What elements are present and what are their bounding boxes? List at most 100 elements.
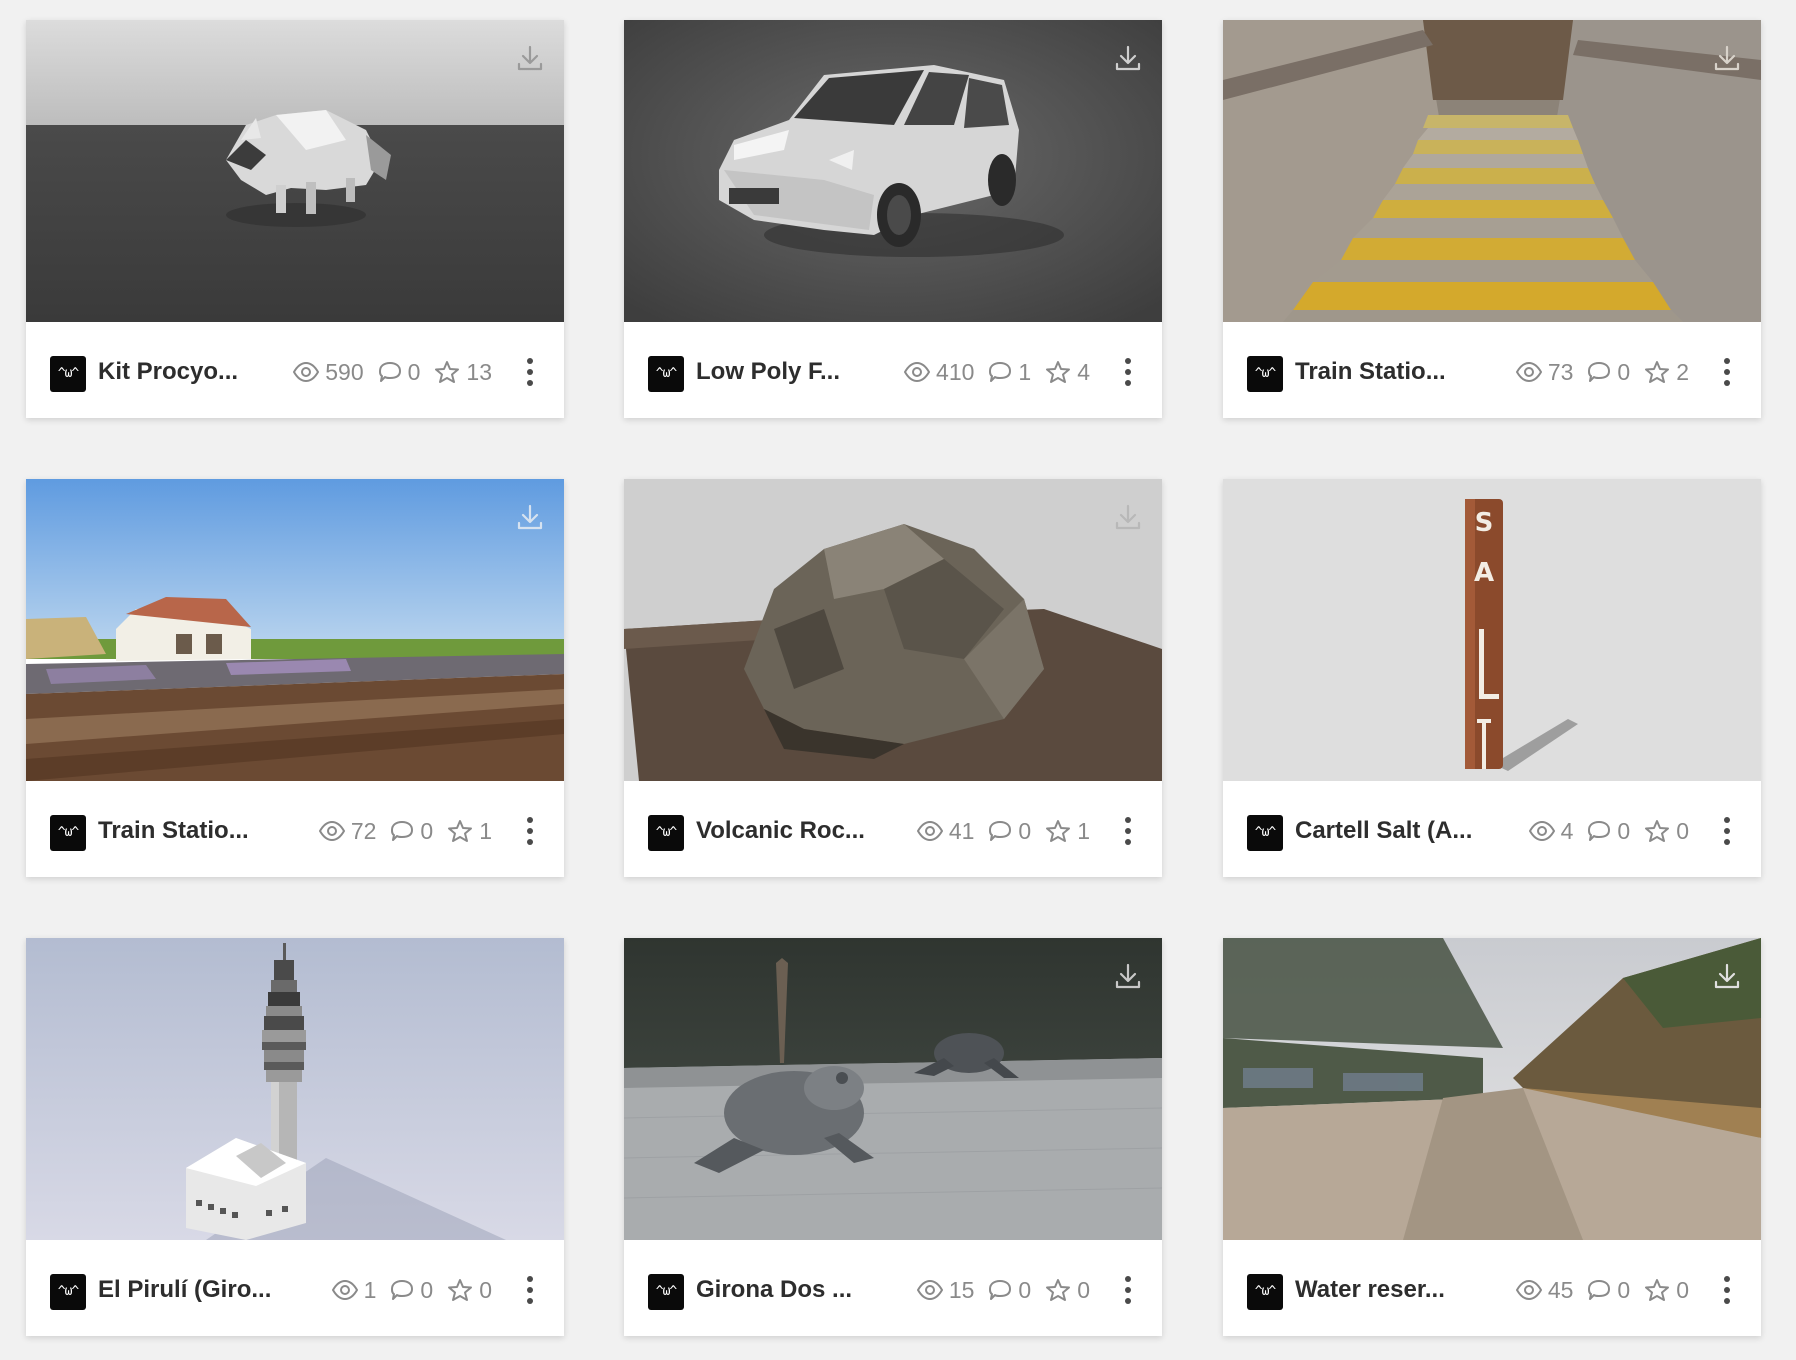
comments-count: 0	[1018, 1276, 1032, 1303]
likes-stat[interactable]: 0	[1045, 1277, 1090, 1304]
author-avatar[interactable]: ^ω^	[50, 356, 86, 392]
download-icon[interactable]	[514, 501, 546, 533]
model-card[interactable]: ^ω^ Water reser... 45 0 0	[1223, 938, 1761, 1336]
model-thumbnail-salt-sign[interactable]: S A	[1223, 479, 1761, 781]
download-icon[interactable]	[1711, 960, 1743, 992]
author-avatar[interactable]: ^ω^	[1247, 815, 1283, 851]
model-card[interactable]: S A ^ω^ Cartell Salt (A... 4 0 0	[1223, 479, 1761, 877]
model-thumbnail-frogs[interactable]	[624, 938, 1162, 1240]
comment-icon	[989, 1280, 1012, 1300]
more-options-icon[interactable]	[524, 1274, 536, 1306]
comments-count: 0	[420, 1276, 434, 1303]
comments-count: 0	[1018, 817, 1032, 844]
model-title[interactable]: Water reser...	[1295, 1270, 1445, 1310]
model-thumbnail-reservoir[interactable]	[1223, 938, 1761, 1240]
star-icon[interactable]	[447, 819, 473, 843]
eye-icon	[1528, 821, 1555, 841]
likes-count: 1	[1077, 817, 1090, 844]
model-thumbnail-raccoon[interactable]	[26, 20, 564, 322]
model-stats: 41 0 1	[903, 811, 1090, 851]
views-count: 590	[325, 358, 364, 385]
likes-stat[interactable]: 4	[1045, 359, 1090, 386]
views-stat: 1	[331, 1277, 376, 1304]
card-footer: ^ω^ Water reser... 45 0 0	[1223, 1240, 1761, 1336]
eye-icon	[318, 821, 345, 841]
more-options-icon[interactable]	[524, 356, 536, 388]
author-avatar[interactable]: ^ω^	[1247, 356, 1283, 392]
star-icon[interactable]	[1644, 819, 1670, 843]
model-card[interactable]: ^ω^ Volcanic Roc... 41 0 1	[624, 479, 1162, 877]
comment-icon	[1588, 1280, 1611, 1300]
star-icon[interactable]	[1644, 1278, 1670, 1302]
star-icon[interactable]	[1644, 360, 1670, 384]
more-options-icon[interactable]	[1122, 815, 1134, 847]
more-options-icon[interactable]	[524, 815, 536, 847]
author-avatar[interactable]: ^ω^	[648, 1274, 684, 1310]
model-card[interactable]: ^ω^ Girona Dos ... 15 0 0	[624, 938, 1162, 1336]
author-avatar[interactable]: ^ω^	[1247, 1274, 1283, 1310]
likes-count: 2	[1676, 358, 1689, 385]
comments-stat: 0	[988, 1277, 1031, 1304]
model-title[interactable]: Train Statio...	[1295, 352, 1446, 392]
frogs-scene	[624, 938, 1162, 1240]
eye-icon	[331, 1280, 358, 1300]
model-card[interactable]: ^ω^ Train Statio... 72 0 1	[26, 479, 564, 877]
model-card[interactable]: ^ω^ Kit Procyo... 590 0 13	[26, 20, 564, 418]
author-avatar[interactable]: ^ω^	[648, 815, 684, 851]
comment-icon	[391, 821, 414, 841]
model-card[interactable]: ^ω^ Low Poly F... 410 1 4	[624, 20, 1162, 418]
download-icon[interactable]	[1112, 42, 1144, 74]
model-grid: ^ω^ Kit Procyo... 590 0 13 ^ω^ Low Poly …	[0, 0, 1796, 1360]
model-title[interactable]: Train Statio...	[98, 811, 249, 851]
more-options-icon[interactable]	[1122, 1274, 1134, 1306]
likes-stat[interactable]: 0	[447, 1277, 492, 1304]
views-count: 72	[350, 817, 377, 844]
views-count: 15	[948, 1276, 975, 1303]
author-avatar[interactable]: ^ω^	[648, 356, 684, 392]
model-title[interactable]: Kit Procyo...	[98, 352, 238, 392]
author-avatar[interactable]: ^ω^	[50, 1274, 86, 1310]
eye-icon	[916, 821, 943, 841]
more-options-icon[interactable]	[1122, 356, 1134, 388]
more-options-icon[interactable]	[1721, 1274, 1733, 1306]
views-count: 41	[948, 817, 975, 844]
likes-stat[interactable]: 0	[1644, 818, 1689, 845]
author-avatar[interactable]: ^ω^	[50, 815, 86, 851]
comments-count: 0	[407, 358, 421, 385]
star-icon[interactable]	[1045, 1278, 1071, 1302]
model-title[interactable]: Volcanic Roc...	[696, 811, 865, 851]
comment-icon	[989, 821, 1012, 841]
download-icon[interactable]	[1112, 960, 1144, 992]
model-title[interactable]: El Pirulí (Giro...	[98, 1270, 271, 1310]
more-options-icon[interactable]	[1721, 356, 1733, 388]
model-title[interactable]: Girona Dos ...	[696, 1270, 852, 1310]
download-icon[interactable]	[1112, 501, 1144, 533]
model-card[interactable]: ^ω^ El Pirulí (Giro... 1 0 0	[26, 938, 564, 1336]
star-icon[interactable]	[1045, 360, 1071, 384]
likes-stat[interactable]: 2	[1644, 359, 1689, 386]
model-thumbnail-stairs[interactable]	[1223, 20, 1761, 322]
likes-stat[interactable]: 1	[447, 818, 492, 845]
model-thumbnail-rock[interactable]	[624, 479, 1162, 781]
model-thumbnail-tracks[interactable]	[26, 479, 564, 781]
star-icon[interactable]	[447, 1278, 473, 1302]
star-icon[interactable]	[1045, 819, 1071, 843]
star-icon[interactable]	[434, 360, 460, 384]
download-icon[interactable]	[1711, 42, 1743, 74]
eye-icon	[904, 362, 931, 382]
reservoir-scene	[1223, 938, 1761, 1240]
comment-icon	[1588, 362, 1611, 382]
model-thumbnail-tower[interactable]	[26, 938, 564, 1240]
more-options-icon[interactable]	[1721, 815, 1733, 847]
download-icon[interactable]	[514, 42, 546, 74]
model-title[interactable]: Cartell Salt (A...	[1295, 811, 1472, 851]
model-card[interactable]: ^ω^ Train Statio... 73 0 2	[1223, 20, 1761, 418]
likes-stat[interactable]: 13	[434, 359, 492, 386]
likes-stat[interactable]: 1	[1045, 818, 1090, 845]
likes-stat[interactable]: 0	[1644, 1277, 1689, 1304]
model-title[interactable]: Low Poly F...	[696, 352, 840, 392]
eye-icon	[916, 1280, 943, 1300]
comments-count: 0	[1617, 1276, 1631, 1303]
rock-scene	[624, 479, 1162, 781]
model-thumbnail-car[interactable]	[624, 20, 1162, 322]
